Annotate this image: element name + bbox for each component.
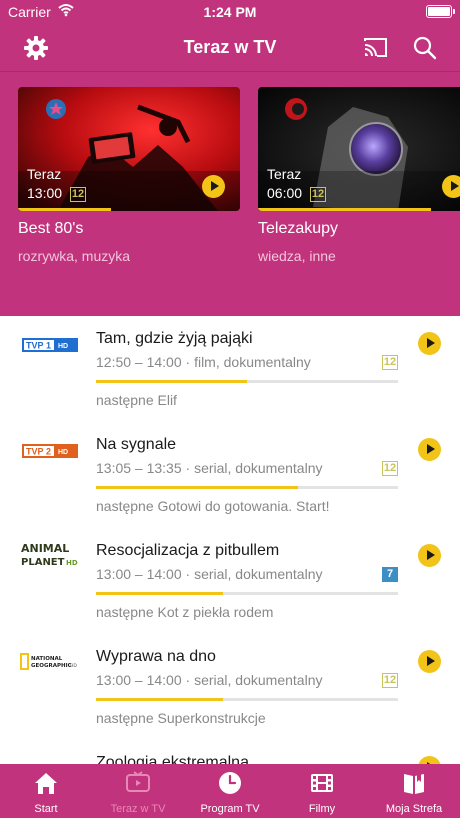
tab-label: Moja Strefa: [385, 803, 443, 815]
next-program: następne Gotowi do gotowania. Start!: [96, 498, 330, 514]
progress-bar: [96, 380, 398, 383]
tab-program-tv[interactable]: Program TV: [184, 764, 276, 818]
tv-now-icon: [125, 770, 151, 796]
tab-label: Teraz w TV: [110, 803, 166, 815]
play-icon[interactable]: [418, 332, 441, 355]
svg-text:HD: HD: [70, 663, 77, 669]
program-categories: rozrywka, muzyka: [18, 248, 131, 264]
national-geographic-logo: NATIONAL GEOGRAPHIC HD: [20, 650, 80, 676]
program-meta: 13:00 – 14:00 · serial, dokumentalny: [96, 566, 323, 582]
svg-text:2: 2: [46, 447, 51, 457]
progress-bar: [96, 486, 398, 489]
animal-planet-logo: ANIMAL PLANET HD: [20, 540, 80, 570]
navbar: Teraz w TV: [0, 24, 460, 72]
program-title: Na sygnale: [96, 436, 177, 453]
play-icon[interactable]: [418, 756, 441, 764]
battery-icon: [426, 5, 455, 18]
featured-progress-bar: [18, 208, 112, 211]
list-item[interactable]: TVP 2 HD Na sygnale 13:05 – 13:35 · seri…: [0, 422, 460, 528]
list-item[interactable]: TVP 1 HD Tam, gdzie żyją pająki 12:50 – …: [0, 316, 460, 422]
start-time: 13:00: [27, 185, 63, 201]
play-icon[interactable]: [418, 438, 441, 461]
svg-text:HD: HD: [58, 343, 68, 350]
program-name: Best 80's: [18, 220, 84, 237]
program-meta: 13:00 – 14:00 · serial, dokumentalny: [96, 672, 323, 688]
next-program: następne Superkonstrukcje: [96, 710, 266, 726]
home-icon: [33, 770, 59, 796]
program-title: Resocjalizacja z pitbullem: [96, 542, 280, 559]
search-icon[interactable]: [412, 35, 438, 61]
play-icon[interactable]: [418, 650, 441, 673]
status-bar: Carrier 1:24 PM: [0, 0, 460, 24]
clock-label: 1:24 PM: [203, 4, 257, 20]
tab-teraz-w-tv[interactable]: Teraz w TV: [92, 764, 184, 818]
tab-filmy[interactable]: Filmy: [276, 764, 368, 818]
list-item[interactable]: ANIMAL PLANET HD Resocjalizacja z pitbul…: [0, 528, 460, 634]
page-title: Teraz w TV: [183, 37, 277, 57]
age-rating-badge: 12: [70, 187, 86, 202]
svg-text:GEOGRAPHIC: GEOGRAPHIC: [31, 663, 72, 669]
tab-moja-strefa[interactable]: Moja Strefa: [368, 764, 460, 818]
svg-text:1: 1: [46, 341, 51, 351]
program-title: Zoologia ekstremalna: [96, 754, 249, 764]
next-program: następne Elif: [96, 392, 177, 408]
list-item[interactable]: NATIONAL GEOGRAPHIC HD Wyprawa na dno 13…: [0, 634, 460, 740]
age-rating-badge: 7: [382, 567, 398, 582]
clock-icon: [217, 770, 243, 796]
program-categories: wiedza, inne: [258, 248, 336, 264]
now-label: Teraz: [27, 166, 62, 182]
tvp1-logo: TVP 1 HD: [20, 334, 80, 356]
tvp2-logo: TVP 2 HD: [20, 440, 80, 462]
svg-text:PLANET: PLANET: [21, 557, 65, 568]
featured-carousel[interactable]: Teraz 13:00 12 Best 80's rozrywka, muzyk…: [0, 72, 460, 316]
cast-icon[interactable]: [363, 35, 389, 61]
tab-start[interactable]: Start: [0, 764, 92, 818]
program-meta: 13:05 – 13:35 · serial, dokumentalny: [96, 460, 323, 476]
list-item[interactable]: Zoologia ekstremalna: [0, 740, 460, 764]
featured-card[interactable]: Teraz 13:00 12 Best 80's rozrywka, muzyk…: [18, 87, 240, 264]
age-rating-badge: 12: [310, 187, 326, 202]
age-rating-badge: 12: [382, 673, 398, 688]
svg-text:HD: HD: [58, 449, 68, 456]
program-meta: 12:50 – 14:00 · film, dokumentalny: [96, 354, 311, 370]
book-icon: [401, 770, 427, 796]
program-name: Telezakupy: [258, 220, 339, 237]
svg-text:ANIMAL: ANIMAL: [21, 542, 69, 555]
play-icon[interactable]: [418, 544, 441, 567]
film-icon: [309, 770, 335, 796]
svg-text:TVP: TVP: [26, 341, 44, 351]
age-rating-badge: 12: [382, 355, 398, 370]
featured-thumbnail[interactable]: Teraz 13:00 12: [18, 87, 240, 211]
svg-text:TVP: TVP: [26, 447, 44, 457]
program-title: Tam, gdzie żyją pająki: [96, 330, 253, 347]
play-icon[interactable]: [202, 175, 225, 198]
progress-bar: [96, 592, 398, 595]
channel-list[interactable]: TVP 1 HD Tam, gdzie żyją pająki 12:50 – …: [0, 316, 460, 764]
now-label: Teraz: [267, 166, 302, 182]
tab-label: Start: [34, 803, 58, 815]
featured-progress-bar: [258, 208, 432, 211]
svg-text:HD: HD: [66, 559, 78, 567]
featured-thumbnail[interactable]: Teraz 06:00 12: [258, 87, 460, 211]
age-rating-badge: 12: [382, 461, 398, 476]
tab-label: Filmy: [308, 803, 336, 815]
featured-card[interactable]: Teraz 06:00 12 Telezakupy wiedza, inne: [258, 87, 460, 264]
next-program: następne Kot z piekła rodem: [96, 604, 274, 620]
tab-bar: Start Teraz w TV Program TV Filmy Moja S…: [0, 764, 460, 818]
svg-text:NATIONAL: NATIONAL: [31, 656, 63, 662]
play-icon[interactable]: [442, 175, 460, 198]
tab-label: Program TV: [200, 803, 260, 815]
progress-bar: [96, 698, 398, 701]
program-title: Wyprawa na dno: [96, 648, 216, 665]
start-time: 06:00: [267, 185, 303, 201]
